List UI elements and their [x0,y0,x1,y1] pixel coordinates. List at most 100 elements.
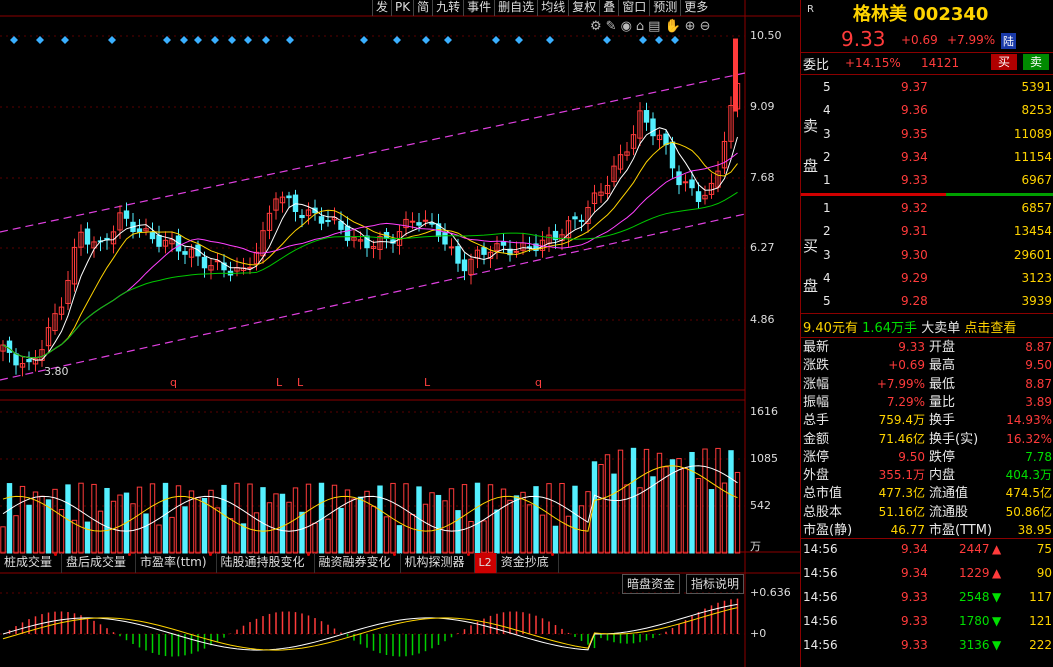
volume-bar [598,464,604,554]
stat-label: 最高 [929,358,956,374]
bid-level-row[interactable]: 4 9.29 3123 [801,269,1053,288]
eye-icon[interactable]: ◉ [621,19,636,34]
settings-icon[interactable]: ⚙ [590,19,606,34]
zoom-out-icon[interactable]: ⊖ [700,19,715,34]
price-change: +0.69 [901,33,938,47]
volume-bar [650,476,656,554]
toolbar-item[interactable]: 均线 [537,0,568,16]
dark-pool-button[interactable]: 暗盘资金 [622,574,681,594]
stat-value: 46.77 [890,523,925,537]
lock-icon[interactable]: ⌂ [636,19,648,34]
tick-volume: 2548 [959,590,990,604]
stat-value: +0.69 [888,358,925,373]
indicator-tab[interactable]: 机构探测器 [401,553,475,573]
big-order-price: 9.40元有 [803,321,858,336]
level-volume: 5391 [1021,80,1052,94]
bid-level-row[interactable]: 2 9.31 13454 [801,222,1053,241]
volume-bar [0,526,6,554]
toolbar-item[interactable]: 预测 [649,0,680,16]
level-label: 5 [823,80,831,94]
event-diamond [36,36,44,44]
level-label: 3 [823,126,831,141]
volume-bar [383,516,390,554]
stat-label: 最新 [803,340,830,355]
toolbar-item[interactable]: 窗口 [618,0,649,16]
volume-bar [240,523,247,554]
toolbar-item[interactable]: 事件 [463,0,494,16]
tick-time: 14:56 [803,638,838,652]
stat-label: 跌停 [929,449,956,465]
volume-bar [461,484,468,554]
big-order-row[interactable]: 9.40元有 1.64万手 大卖单 点击查看 [803,317,1016,336]
toolbar-item[interactable]: 发 [372,0,391,16]
indicator-tab[interactable]: 融资融券变化 [315,553,401,573]
zoom-in-icon[interactable]: ⊕ [685,19,700,34]
tick-price: 9.33 [901,638,928,652]
candle-body [429,222,435,225]
toolbar-item[interactable]: PK [391,0,413,16]
indicator-help-button[interactable]: 指标说明 [686,574,745,594]
big-order-label: 大卖单 [921,321,961,336]
sell-button[interactable]: 卖 [1023,54,1050,70]
volume-bar [552,525,559,554]
indicator-tab[interactable]: 市盈率(ttm) [136,553,217,573]
macd-line [2,607,738,651]
pen-icon[interactable]: ✎ [606,19,621,34]
bid-level-row[interactable]: 5 9.28 3939 [801,292,1053,311]
indicator-tab[interactable]: 桩成交量 [0,553,63,573]
hand-icon[interactable]: ✋ [664,19,684,34]
toolbar-item[interactable]: 简 [413,0,432,16]
candle-body [689,179,695,189]
volume-bar [715,447,721,554]
volume-bar [578,505,585,554]
toolbar-item[interactable]: 更多 [680,0,711,16]
ask-level-row[interactable]: 3 9.35 11089 [801,125,1053,144]
indicator-tab[interactable]: 资金抄底 [497,553,559,573]
buy-button[interactable]: 买 [991,54,1018,70]
level-label: 1 [823,173,831,188]
toolbar-item[interactable]: 九转 [432,0,463,16]
volume-bar [637,487,643,554]
ask-level-row[interactable]: 1 9.33 6967 [801,171,1053,190]
stat-row: 最新 9.33 开盘 8.87 [801,338,1053,357]
volume-ma-line [2,465,738,532]
volume-bar [409,514,416,554]
volume-bar [611,473,617,554]
indicator-tab[interactable]: 陆股通持股变化 [217,553,315,573]
volume-bar [208,489,214,554]
chart-tool-icons: ⚙✎◉⌂▤✋⊕⊖ [590,19,714,34]
level-price: 9.32 [901,201,928,215]
candle-body [663,133,669,146]
kline-chart-area[interactable]: 发 PK 简九转 事件 删自选 均线 复权叠窗口 预测 更多 ⚙✎◉⌂▤✋⊕⊖ 3.80 万 桩… [0,0,800,667]
stat-value: 477.3亿 [878,486,925,501]
stat-label: 总市值 [803,486,843,502]
toolbar-item[interactable]: 叠 [599,0,618,16]
bid-level-row[interactable]: 1 9.32 6857 [801,199,1053,218]
ask-level-row[interactable]: 2 9.34 11154 [801,148,1053,167]
weibi-pct: +14.15% [845,56,901,70]
price-tick-label: 4.86 [750,313,775,326]
big-order-link[interactable]: 点击查看 [964,321,1016,336]
tick-price: 9.34 [901,542,928,556]
tick-row: 14:56 9.33 2548 ▼ 117 [801,588,1053,607]
tick-count: 75 [1036,542,1052,556]
stat-row: 市盈(静) 46.77 市盈(TTM) 38.95 [801,521,1053,540]
indicator-tab[interactable]: 盘后成交量 [62,553,137,573]
signal-marker: L [297,376,304,389]
trash-icon[interactable]: ▤ [648,19,664,34]
tick-price: 9.34 [901,566,928,580]
tick-count: 117 [1029,590,1052,604]
bid-level-row[interactable]: 3 9.30 29601 [801,246,1053,265]
stat-label: 总手 [803,413,830,429]
stat-label: 换手 [929,413,956,429]
ask-level-row[interactable]: 4 9.36 8253 [801,101,1053,120]
stat-row: 总手 759.4万 换手 14.93% [801,411,1053,430]
stat-row: 总市值 477.3亿 流通值 474.5亿 [801,484,1053,503]
volume-bar [481,520,487,554]
ask-level-row[interactable]: 5 9.37 5391 [801,78,1053,97]
toolbar-item[interactable]: 复权 [568,0,599,16]
volume-bar [104,487,110,554]
toolbar-item[interactable]: 删自选 [494,0,537,16]
volume-bar [689,451,695,554]
event-diamond [228,36,236,44]
